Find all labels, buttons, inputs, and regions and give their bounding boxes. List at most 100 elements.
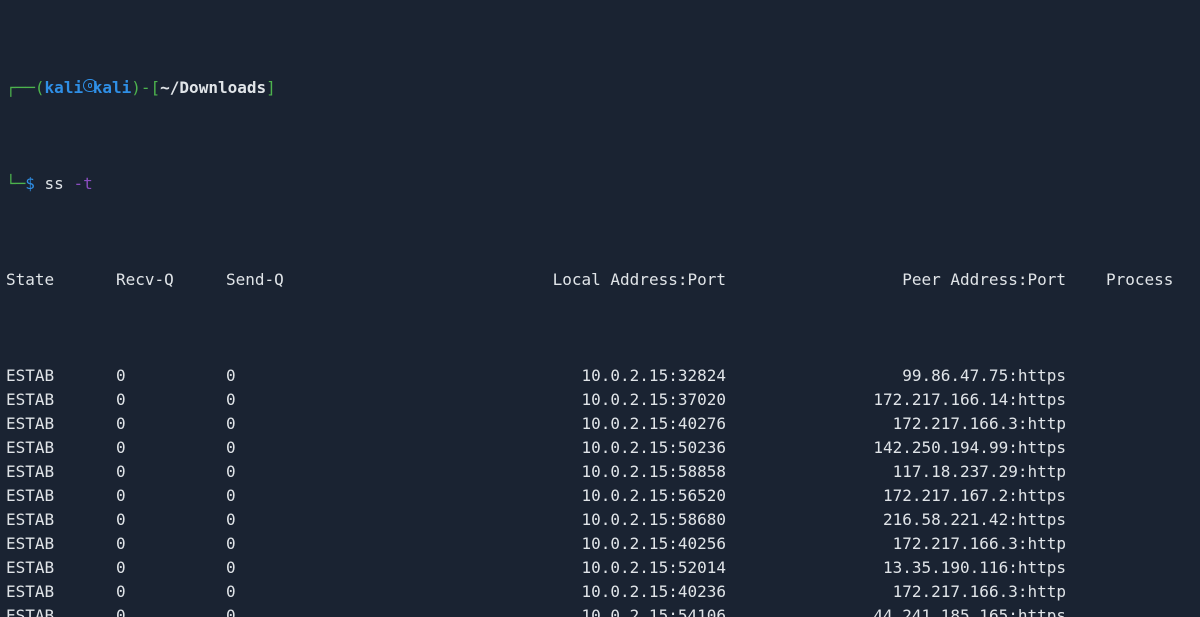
table-row: ESTAB0010.0.2.15:58858117.18.237.29:http xyxy=(6,460,1194,484)
header-process: Process xyxy=(1066,268,1194,292)
cell-process xyxy=(1066,580,1194,604)
header-peer: Peer Address:Port xyxy=(726,268,1066,292)
cell-local: 10.0.2.15:58858 xyxy=(381,460,726,484)
prompt-box-top: ┌── xyxy=(6,76,35,100)
table-header: State Recv-Q Send-Q Local Address:Port P… xyxy=(6,268,1194,292)
cell-local: 10.0.2.15:52014 xyxy=(381,556,726,580)
cell-peer: 13.35.190.116:https xyxy=(726,556,1066,580)
prompt-dollar: $ xyxy=(25,172,35,196)
cell-peer: 216.58.221.42:https xyxy=(726,508,1066,532)
cell-local: 10.0.2.15:40236 xyxy=(381,580,726,604)
cell-state: ESTAB xyxy=(6,508,116,532)
cell-state: ESTAB xyxy=(6,412,116,436)
cell-peer: 142.250.194.99:https xyxy=(726,436,1066,460)
cell-recvq: 0 xyxy=(116,580,226,604)
command-option: -t xyxy=(73,172,92,196)
table-row: ESTAB0010.0.2.15:37020172.217.166.14:htt… xyxy=(6,388,1194,412)
cell-recvq: 0 xyxy=(116,436,226,460)
cell-peer: 99.86.47.75:https xyxy=(726,364,1066,388)
prompt-user: kali xyxy=(45,76,84,100)
cell-recvq: 0 xyxy=(116,388,226,412)
cell-sendq: 0 xyxy=(226,460,381,484)
prompt-open-bracket: [ xyxy=(151,76,161,100)
table-row: ESTAB0010.0.2.15:40236172.217.166.3:http xyxy=(6,580,1194,604)
cell-state: ESTAB xyxy=(6,436,116,460)
table-row: ESTAB0010.0.2.15:40276172.217.166.3:http xyxy=(6,412,1194,436)
cell-peer: 172.217.166.3:http xyxy=(726,580,1066,604)
cell-process xyxy=(1066,532,1194,556)
table-row: ESTAB0010.0.2.15:50236142.250.194.99:htt… xyxy=(6,436,1194,460)
cell-sendq: 0 xyxy=(226,532,381,556)
prompt-line-top: ┌──(kali kali)-[~/Downloads] xyxy=(6,76,1194,100)
cell-state: ESTAB xyxy=(6,388,116,412)
cell-process xyxy=(1066,484,1194,508)
header-local: Local Address:Port xyxy=(381,268,726,292)
cell-state: ESTAB xyxy=(6,532,116,556)
table-row: ESTAB0010.0.2.15:56520172.217.167.2:http… xyxy=(6,484,1194,508)
command-name: ss xyxy=(45,172,64,196)
kali-logo-icon xyxy=(83,76,93,100)
cell-process xyxy=(1066,460,1194,484)
cell-state: ESTAB xyxy=(6,484,116,508)
table-row: ESTAB0010.0.2.15:5201413.35.190.116:http… xyxy=(6,556,1194,580)
cell-process xyxy=(1066,364,1194,388)
cell-local: 10.0.2.15:40256 xyxy=(381,532,726,556)
cell-peer: 44.241.185.165:https xyxy=(726,604,1066,617)
cell-sendq: 0 xyxy=(226,436,381,460)
cell-peer: 172.217.166.14:https xyxy=(726,388,1066,412)
cell-process xyxy=(1066,388,1194,412)
prompt-close-bracket: ] xyxy=(266,76,276,100)
cell-recvq: 0 xyxy=(116,604,226,617)
cell-sendq: 0 xyxy=(226,388,381,412)
cell-process xyxy=(1066,508,1194,532)
prompt-host: kali xyxy=(93,76,132,100)
cell-local: 10.0.2.15:56520 xyxy=(381,484,726,508)
cell-local: 10.0.2.15:58680 xyxy=(381,508,726,532)
cell-process xyxy=(1066,436,1194,460)
cell-peer: 172.217.166.3:http xyxy=(726,532,1066,556)
cell-peer: 117.18.237.29:http xyxy=(726,460,1066,484)
cell-process xyxy=(1066,412,1194,436)
cell-state: ESTAB xyxy=(6,556,116,580)
table-row: ESTAB0010.0.2.15:58680216.58.221.42:http… xyxy=(6,508,1194,532)
prompt-open-paren: ( xyxy=(35,76,45,100)
cell-state: ESTAB xyxy=(6,460,116,484)
cell-sendq: 0 xyxy=(226,580,381,604)
cell-peer: 172.217.167.2:https xyxy=(726,484,1066,508)
cell-local: 10.0.2.15:40276 xyxy=(381,412,726,436)
table-row: ESTAB0010.0.2.15:5410644.241.185.165:htt… xyxy=(6,604,1194,617)
header-sendq: Send-Q xyxy=(226,268,381,292)
cell-recvq: 0 xyxy=(116,484,226,508)
cell-process xyxy=(1066,604,1194,617)
cell-local: 10.0.2.15:54106 xyxy=(381,604,726,617)
cell-peer: 172.217.166.3:http xyxy=(726,412,1066,436)
cell-sendq: 0 xyxy=(226,484,381,508)
prompt-line-cmd[interactable]: └─$ ss -t xyxy=(6,172,1194,196)
cell-recvq: 0 xyxy=(116,412,226,436)
cell-local: 10.0.2.15:32824 xyxy=(381,364,726,388)
cell-recvq: 0 xyxy=(116,556,226,580)
cell-local: 10.0.2.15:50236 xyxy=(381,436,726,460)
header-state: State xyxy=(6,268,116,292)
terminal-window[interactable]: ┌──(kali kali)-[~/Downloads] └─$ ss -t S… xyxy=(0,0,1200,617)
cell-sendq: 0 xyxy=(226,556,381,580)
cell-recvq: 0 xyxy=(116,364,226,388)
cell-recvq: 0 xyxy=(116,532,226,556)
cell-state: ESTAB xyxy=(6,604,116,617)
prompt-close-paren: ) xyxy=(131,76,141,100)
cell-state: ESTAB xyxy=(6,364,116,388)
cell-sendq: 0 xyxy=(226,412,381,436)
cell-process xyxy=(1066,556,1194,580)
prompt-cwd: ~/Downloads xyxy=(160,76,266,100)
cell-sendq: 0 xyxy=(226,364,381,388)
table-body: ESTAB0010.0.2.15:3282499.86.47.75:httpsE… xyxy=(6,364,1194,617)
table-row: ESTAB0010.0.2.15:3282499.86.47.75:https xyxy=(6,364,1194,388)
cell-sendq: 0 xyxy=(226,508,381,532)
cell-local: 10.0.2.15:37020 xyxy=(381,388,726,412)
prompt-dash: - xyxy=(141,76,151,100)
table-row: ESTAB0010.0.2.15:40256172.217.166.3:http xyxy=(6,532,1194,556)
cell-recvq: 0 xyxy=(116,508,226,532)
prompt-box-bottom: └─ xyxy=(6,172,25,196)
cell-recvq: 0 xyxy=(116,460,226,484)
cell-sendq: 0 xyxy=(226,604,381,617)
